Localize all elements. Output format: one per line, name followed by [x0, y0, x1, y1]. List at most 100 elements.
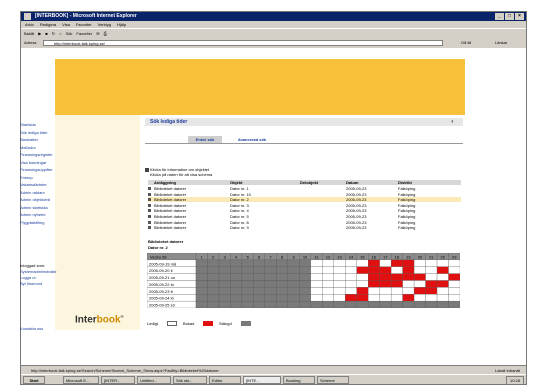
schedule-slot[interactable]: [218, 266, 231, 274]
schedule-slot[interactable]: [436, 300, 449, 308]
schedule-slot[interactable]: [207, 273, 220, 281]
links-button[interactable]: Länkar: [495, 40, 507, 46]
schedule-slot[interactable]: [195, 266, 208, 274]
schedule-slot[interactable]: [402, 266, 415, 274]
info-icon[interactable]: [148, 192, 151, 196]
schedule-slot[interactable]: [230, 280, 243, 288]
schedule-slot[interactable]: [448, 273, 460, 281]
info-icon[interactable]: [148, 226, 151, 230]
schedule-slot[interactable]: [299, 294, 311, 302]
menu-redigera[interactable]: Redigera: [40, 21, 56, 28]
sidebar-item-admin-startsida[interactable]: Admin startsida: [20, 205, 48, 210]
sidebar-item-finansingsregister[interactable]: Finansingsregister: [20, 152, 53, 157]
schedule-slot[interactable]: [356, 287, 369, 295]
schedule-slot[interactable]: [230, 259, 243, 267]
schedule-slot[interactable]: [253, 266, 266, 274]
schedule-slot[interactable]: [345, 287, 357, 295]
schedule-slot[interactable]: [241, 294, 254, 302]
schedule-slot[interactable]: [333, 266, 346, 274]
schedule-slot[interactable]: [436, 287, 449, 295]
schedule-slot[interactable]: [322, 266, 334, 274]
schedule-slot[interactable]: [299, 287, 311, 295]
taskbar-item[interactable]: Microsoft E...: [63, 376, 99, 384]
change-password-link[interactable]: Byt lösenord: [20, 281, 42, 286]
table-row[interactable]: Biblioteket datorer Dator nr. 2 2005-09-23…: [148, 197, 461, 203]
schedule-slot[interactable]: [195, 280, 208, 288]
table-row[interactable]: Biblioteket datorer Dator nr. 1 2005-09-23…: [148, 186, 461, 191]
menu-hjalp[interactable]: Hjälp: [117, 21, 126, 28]
schedule-slot[interactable]: [333, 280, 346, 288]
schedule-slot[interactable]: [345, 294, 357, 302]
sidebar-item-massdur[interactable]: Maßsdur: [20, 145, 36, 150]
home-icon[interactable]: ⌂: [59, 29, 61, 38]
sidebar-item-admin-nyheter[interactable]: Admin nyheter: [20, 212, 46, 217]
taskbar-item-active[interactable]: [INTE...: [243, 376, 281, 384]
sidebar-item-vakansdartstre[interactable]: Vakansdärtstre: [20, 182, 47, 187]
schedule-slot[interactable]: [218, 280, 231, 288]
schedule-slot[interactable]: [310, 287, 323, 295]
column-header[interactable]: Delobjekt: [300, 180, 318, 185]
schedule-slot[interactable]: [310, 266, 323, 274]
schedule-slot[interactable]: [379, 273, 392, 281]
column-header[interactable]: Anläggning: [154, 180, 176, 185]
schedule-slot[interactable]: [299, 266, 311, 274]
schedule-slot[interactable]: [218, 300, 231, 308]
schedule-slot[interactable]: [379, 294, 392, 302]
schedule-slot[interactable]: [356, 294, 369, 302]
schedule-slot[interactable]: [413, 287, 426, 295]
schedule-slot[interactable]: [390, 266, 403, 274]
taskbar-item[interactable]: Sök skr...: [173, 376, 207, 384]
schedule-slot[interactable]: [413, 273, 426, 281]
schedule-slot[interactable]: [379, 266, 392, 274]
schedule-slot[interactable]: [230, 300, 243, 308]
schedule-slot[interactable]: [356, 273, 369, 281]
schedule-slot[interactable]: [276, 287, 288, 295]
schedule-slot[interactable]: [276, 259, 288, 267]
schedule-slot[interactable]: [218, 294, 231, 302]
mail-icon[interactable]: ✉: [96, 29, 99, 38]
schedule-slot[interactable]: [241, 280, 254, 288]
schedule-slot[interactable]: [322, 294, 334, 302]
menu-favoriter[interactable]: Favoriter: [76, 21, 92, 28]
schedule-slot[interactable]: [413, 294, 426, 302]
schedule-slot[interactable]: [448, 259, 460, 267]
schedule-slot[interactable]: [276, 300, 288, 308]
schedule-slot[interactable]: [230, 287, 243, 295]
schedule-slot[interactable]: [448, 300, 460, 308]
schedule-slot[interactable]: [230, 266, 243, 274]
stop-icon[interactable]: ■: [45, 29, 47, 38]
schedule-slot[interactable]: [390, 259, 403, 267]
sidebar-item-blankatter[interactable]: Blankatter: [20, 137, 38, 142]
contact-link[interactable]: Kontakta oss: [20, 326, 43, 331]
sidebar-item-admin-raktam[interactable]: Admin raktam: [20, 190, 45, 195]
start-button[interactable]: Start: [23, 376, 45, 384]
schedule-slot[interactable]: [448, 294, 460, 302]
schedule-slot[interactable]: [299, 273, 311, 281]
taskbar-item[interactable]: Untitled...: [137, 376, 171, 384]
schedule-slot[interactable]: [299, 300, 311, 308]
schedule-slot[interactable]: [425, 259, 438, 267]
schedule-slot[interactable]: [241, 273, 254, 281]
schedule-slot[interactable]: [322, 273, 334, 281]
taskbar-item[interactable]: [INTER...: [101, 376, 135, 384]
schedule-slot[interactable]: [299, 280, 311, 288]
taskbar-item[interactable]: Editor: [209, 376, 241, 384]
close-button[interactable]: ×: [515, 13, 524, 20]
schedule-slot[interactable]: [322, 280, 334, 288]
schedule-slot[interactable]: [218, 273, 231, 281]
schedule-slot[interactable]: [310, 294, 323, 302]
schedule-slot[interactable]: [390, 273, 403, 281]
schedule-slot[interactable]: [207, 266, 220, 274]
schedule-slot[interactable]: [390, 287, 403, 295]
schedule-slot[interactable]: [368, 273, 380, 281]
schedule-slot[interactable]: [264, 280, 277, 288]
schedule-slot[interactable]: [345, 266, 357, 274]
schedule-slot[interactable]: [356, 300, 369, 308]
schedule-slot[interactable]: [195, 273, 208, 281]
schedule-slot[interactable]: [413, 280, 426, 288]
schedule-slot[interactable]: [299, 259, 311, 267]
table-row[interactable]: Biblioteket datorer Dator nr. 10 2005-09-2…: [148, 192, 461, 197]
back-button[interactable]: Bakåt: [24, 29, 34, 38]
schedule-slot[interactable]: [195, 287, 208, 295]
schedule-slot[interactable]: [436, 266, 449, 274]
